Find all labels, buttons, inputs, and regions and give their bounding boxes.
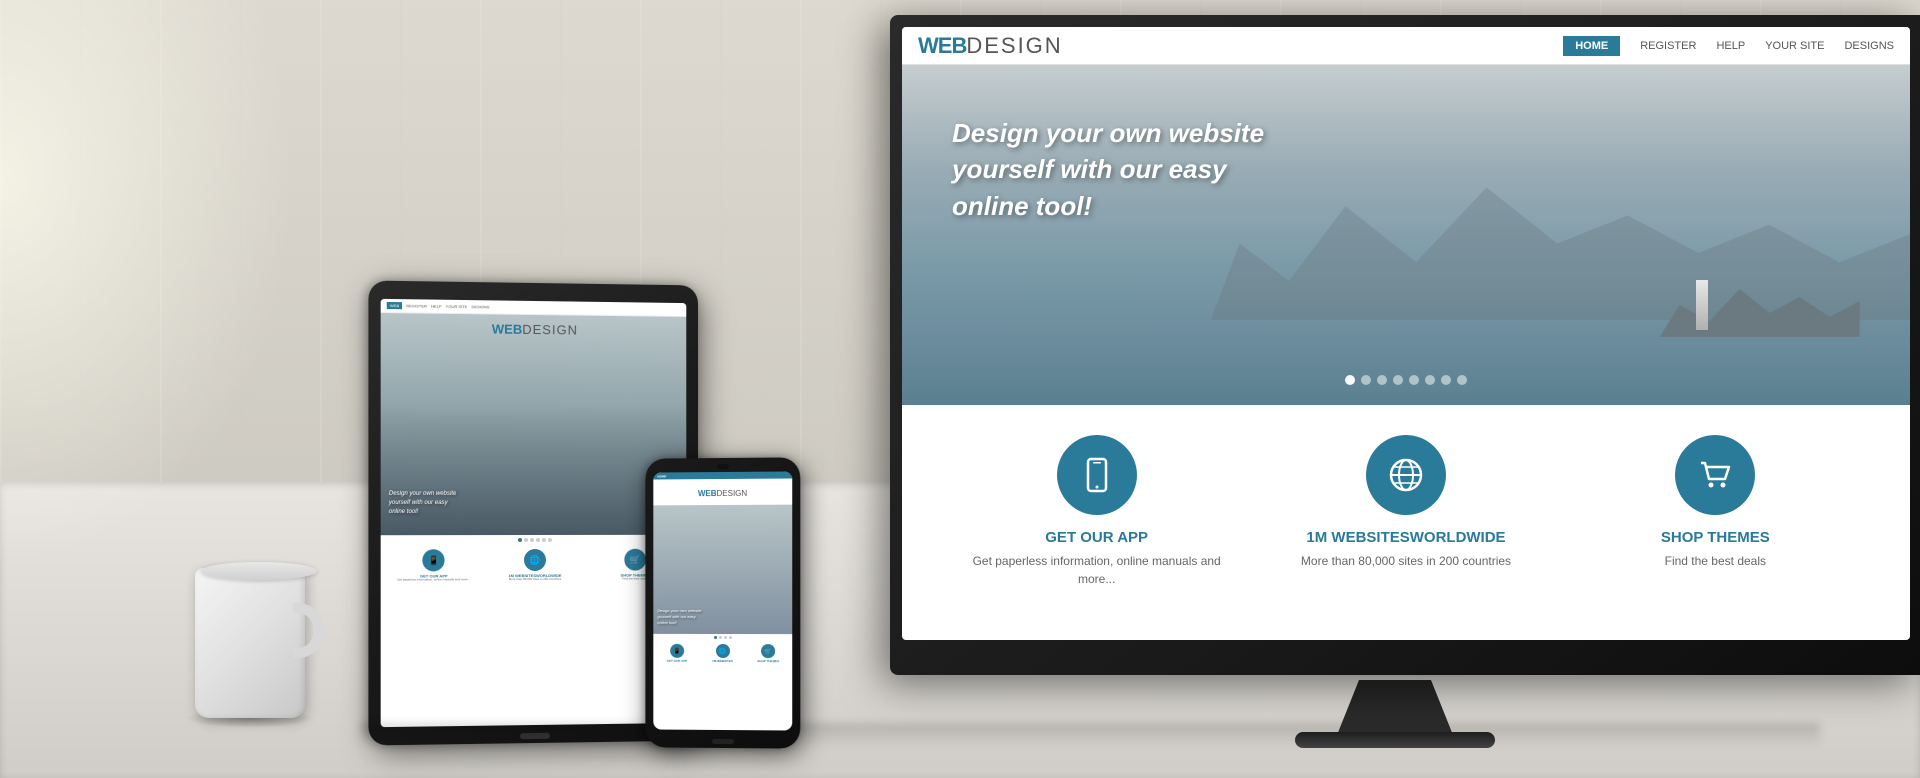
- phone-dot-3: [723, 636, 726, 639]
- tablet-features: 📱 GET OUR APP Get paperless information,…: [381, 545, 687, 587]
- hero-dot-1[interactable]: [1345, 375, 1355, 385]
- hero-dot-7[interactable]: [1441, 375, 1451, 385]
- mug: [185, 548, 315, 718]
- monitor-worldwide-desc: More than 80,000 sites in 200 countries: [1271, 552, 1540, 570]
- phone: HOME WEBDESIGN Design your own websiteyo…: [645, 457, 800, 748]
- monitor-nav-designs[interactable]: DESIGNS: [1844, 40, 1894, 52]
- tablet-dot-6: [548, 538, 552, 542]
- tablet-nav-register: REGISTER: [406, 303, 427, 308]
- monitor-shop-title: SHOP THEMES: [1581, 529, 1850, 546]
- tablet-logo: WEBDESIGN: [381, 313, 687, 343]
- phone-worldwide-icon: 🌐: [716, 644, 730, 658]
- tablet-nav-designs: DESIGNS: [471, 304, 489, 309]
- hero-tagline: Design your own website yourself with ou…: [952, 115, 1264, 224]
- phone-hero: Design your own websiteyourself with our…: [653, 505, 792, 635]
- monitor-feature-app: GET OUR APP Get paperless information, o…: [942, 435, 1251, 588]
- monitor-screen: WEBDESIGN HOME REGISTER HELP YOUR SITE D…: [902, 27, 1910, 640]
- monitor-navbar: WEBDESIGN HOME REGISTER HELP YOUR SITE D…: [902, 27, 1910, 65]
- monitor-feature-shop: SHOP THEMES Find the best deals: [1561, 435, 1870, 570]
- monitor-nav-register[interactable]: REGISTER: [1640, 40, 1696, 52]
- tablet-app-icon: 📱: [423, 550, 445, 572]
- tablet-screen: WEB REGISTER HELP YOUR SITE DESIGNS WEBD…: [381, 299, 687, 727]
- monitor-nav-help[interactable]: HELP: [1716, 40, 1745, 52]
- phone-home-button: [712, 739, 734, 744]
- phone-dot-2: [719, 636, 722, 639]
- monitor-worldwide-icon: [1366, 435, 1446, 515]
- tablet-logo-design: DESIGN: [522, 322, 578, 338]
- hero-dot-4[interactable]: [1393, 375, 1403, 385]
- tablet-dot-4: [536, 538, 540, 542]
- scene: WEB REGISTER HELP YOUR SITE DESIGNS WEBD…: [0, 0, 1920, 778]
- monitor-app-desc: Get paperless information, online manual…: [962, 552, 1231, 588]
- hero-dot-6[interactable]: [1425, 375, 1435, 385]
- monitor-nav-yoursite[interactable]: YOUR SITE: [1765, 40, 1824, 52]
- phone-logo-web: WEB: [698, 489, 717, 498]
- tablet-worldwide-icon: 🌐: [524, 549, 546, 571]
- hero-carousel-dots: [1345, 375, 1467, 385]
- tablet-logo-web: WEB: [492, 321, 522, 336]
- phone-screen: HOME WEBDESIGN Design your own websiteyo…: [653, 471, 792, 730]
- monitor-hero: Design your own website yourself with ou…: [902, 65, 1910, 405]
- tablet-feature-worldwide: 🌐 1M WEBSITESWORLDWIDE More than 80,000 …: [485, 549, 586, 582]
- tablet-nav-home: WEB: [387, 302, 402, 309]
- desk-reflection: [360, 723, 1820, 748]
- mug-rim: [201, 562, 317, 580]
- monitor-features: GET OUR APP Get paperless information, o…: [902, 405, 1910, 608]
- tablet-nav-yoursite: YOUR SITE: [446, 304, 468, 309]
- hero-lighthouse: [1696, 280, 1708, 330]
- hero-dot-5[interactable]: [1409, 375, 1419, 385]
- phone-features: 📱 GET OUR APP 🌐 1M WEBSITES 🛒 SHOP THEME…: [653, 641, 792, 666]
- monitor-shop-desc: Find the best deals: [1581, 552, 1850, 570]
- tablet-hero-dots: [381, 535, 687, 546]
- phone-worldwide-title: 1M WEBSITES: [700, 659, 746, 663]
- phone-dot-1: [714, 636, 717, 639]
- phone-hero-text: Design your own websiteyourself with our…: [657, 608, 701, 626]
- tablet-hero: WEBDESIGN Design your own websiteyoursel…: [381, 313, 687, 536]
- monitor-frame: WEBDESIGN HOME REGISTER HELP YOUR SITE D…: [890, 15, 1920, 675]
- tablet-dot-2: [524, 538, 528, 542]
- phone-shop-icon: 🛒: [761, 644, 775, 658]
- phone-camera: [717, 464, 729, 469]
- tablet-app-desc: Get paperless information, online manual…: [383, 579, 485, 583]
- phone-dot-4: [728, 636, 731, 639]
- phone-nav-label: HOME: [657, 474, 666, 478]
- monitor-logo-design: DESIGN: [966, 33, 1062, 59]
- phone-feature-worldwide: 🌐 1M WEBSITES: [700, 644, 746, 663]
- tablet-dot-1: [518, 538, 522, 542]
- tablet-worldwide-desc: More than 80,000 sites in 200 countries: [485, 578, 586, 582]
- monitor-logo-web: WEB: [918, 33, 966, 59]
- phone-logo: WEBDESIGN: [653, 478, 792, 505]
- hero-tagline-text: Design your own website yourself with ou…: [952, 115, 1264, 224]
- phone-app-icon: 📱: [670, 644, 684, 658]
- hero-dot-3[interactable]: [1377, 375, 1387, 385]
- tablet-nav-help: HELP: [431, 304, 442, 309]
- hero-dot-2[interactable]: [1361, 375, 1371, 385]
- phone-feature-app: 📱 GET OUR APP: [654, 644, 699, 663]
- mug-body: [195, 568, 305, 718]
- phone-frame: HOME WEBDESIGN Design your own websiteyo…: [645, 457, 800, 748]
- phone-app-title: GET OUR APP: [654, 659, 699, 663]
- tablet-dot-5: [542, 538, 546, 542]
- tablet-shop-icon: 🛒: [624, 549, 646, 571]
- phone-feature-shop: 🛒 SHOP THEMES: [745, 644, 791, 663]
- tablet-dot-3: [530, 538, 534, 542]
- monitor-app-title: GET OUR APP: [962, 529, 1231, 546]
- monitor-shop-icon: [1675, 435, 1755, 515]
- phone-logo-design: DESIGN: [717, 489, 748, 498]
- monitor: WEBDESIGN HOME REGISTER HELP YOUR SITE D…: [870, 0, 1920, 740]
- phone-shop-title: SHOP THEMES: [745, 659, 791, 663]
- monitor-logo: WEBDESIGN: [918, 33, 1563, 59]
- monitor-app-icon: [1057, 435, 1137, 515]
- hero-dot-8[interactable]: [1457, 375, 1467, 385]
- monitor-nav-items: HOME REGISTER HELP YOUR SITE DESIGNS: [1563, 36, 1894, 56]
- monitor-feature-worldwide: 1M WEBSITESWORLDWIDE More than 80,000 si…: [1251, 435, 1560, 570]
- tablet-feature-app: 📱 GET OUR APP Get paperless information,…: [383, 550, 485, 583]
- monitor-nav-home[interactable]: HOME: [1563, 36, 1620, 56]
- tablet-hero-text: Design your own websiteyourself with our…: [389, 490, 457, 517]
- monitor-worldwide-title: 1M WEBSITESWORLDWIDE: [1271, 529, 1540, 546]
